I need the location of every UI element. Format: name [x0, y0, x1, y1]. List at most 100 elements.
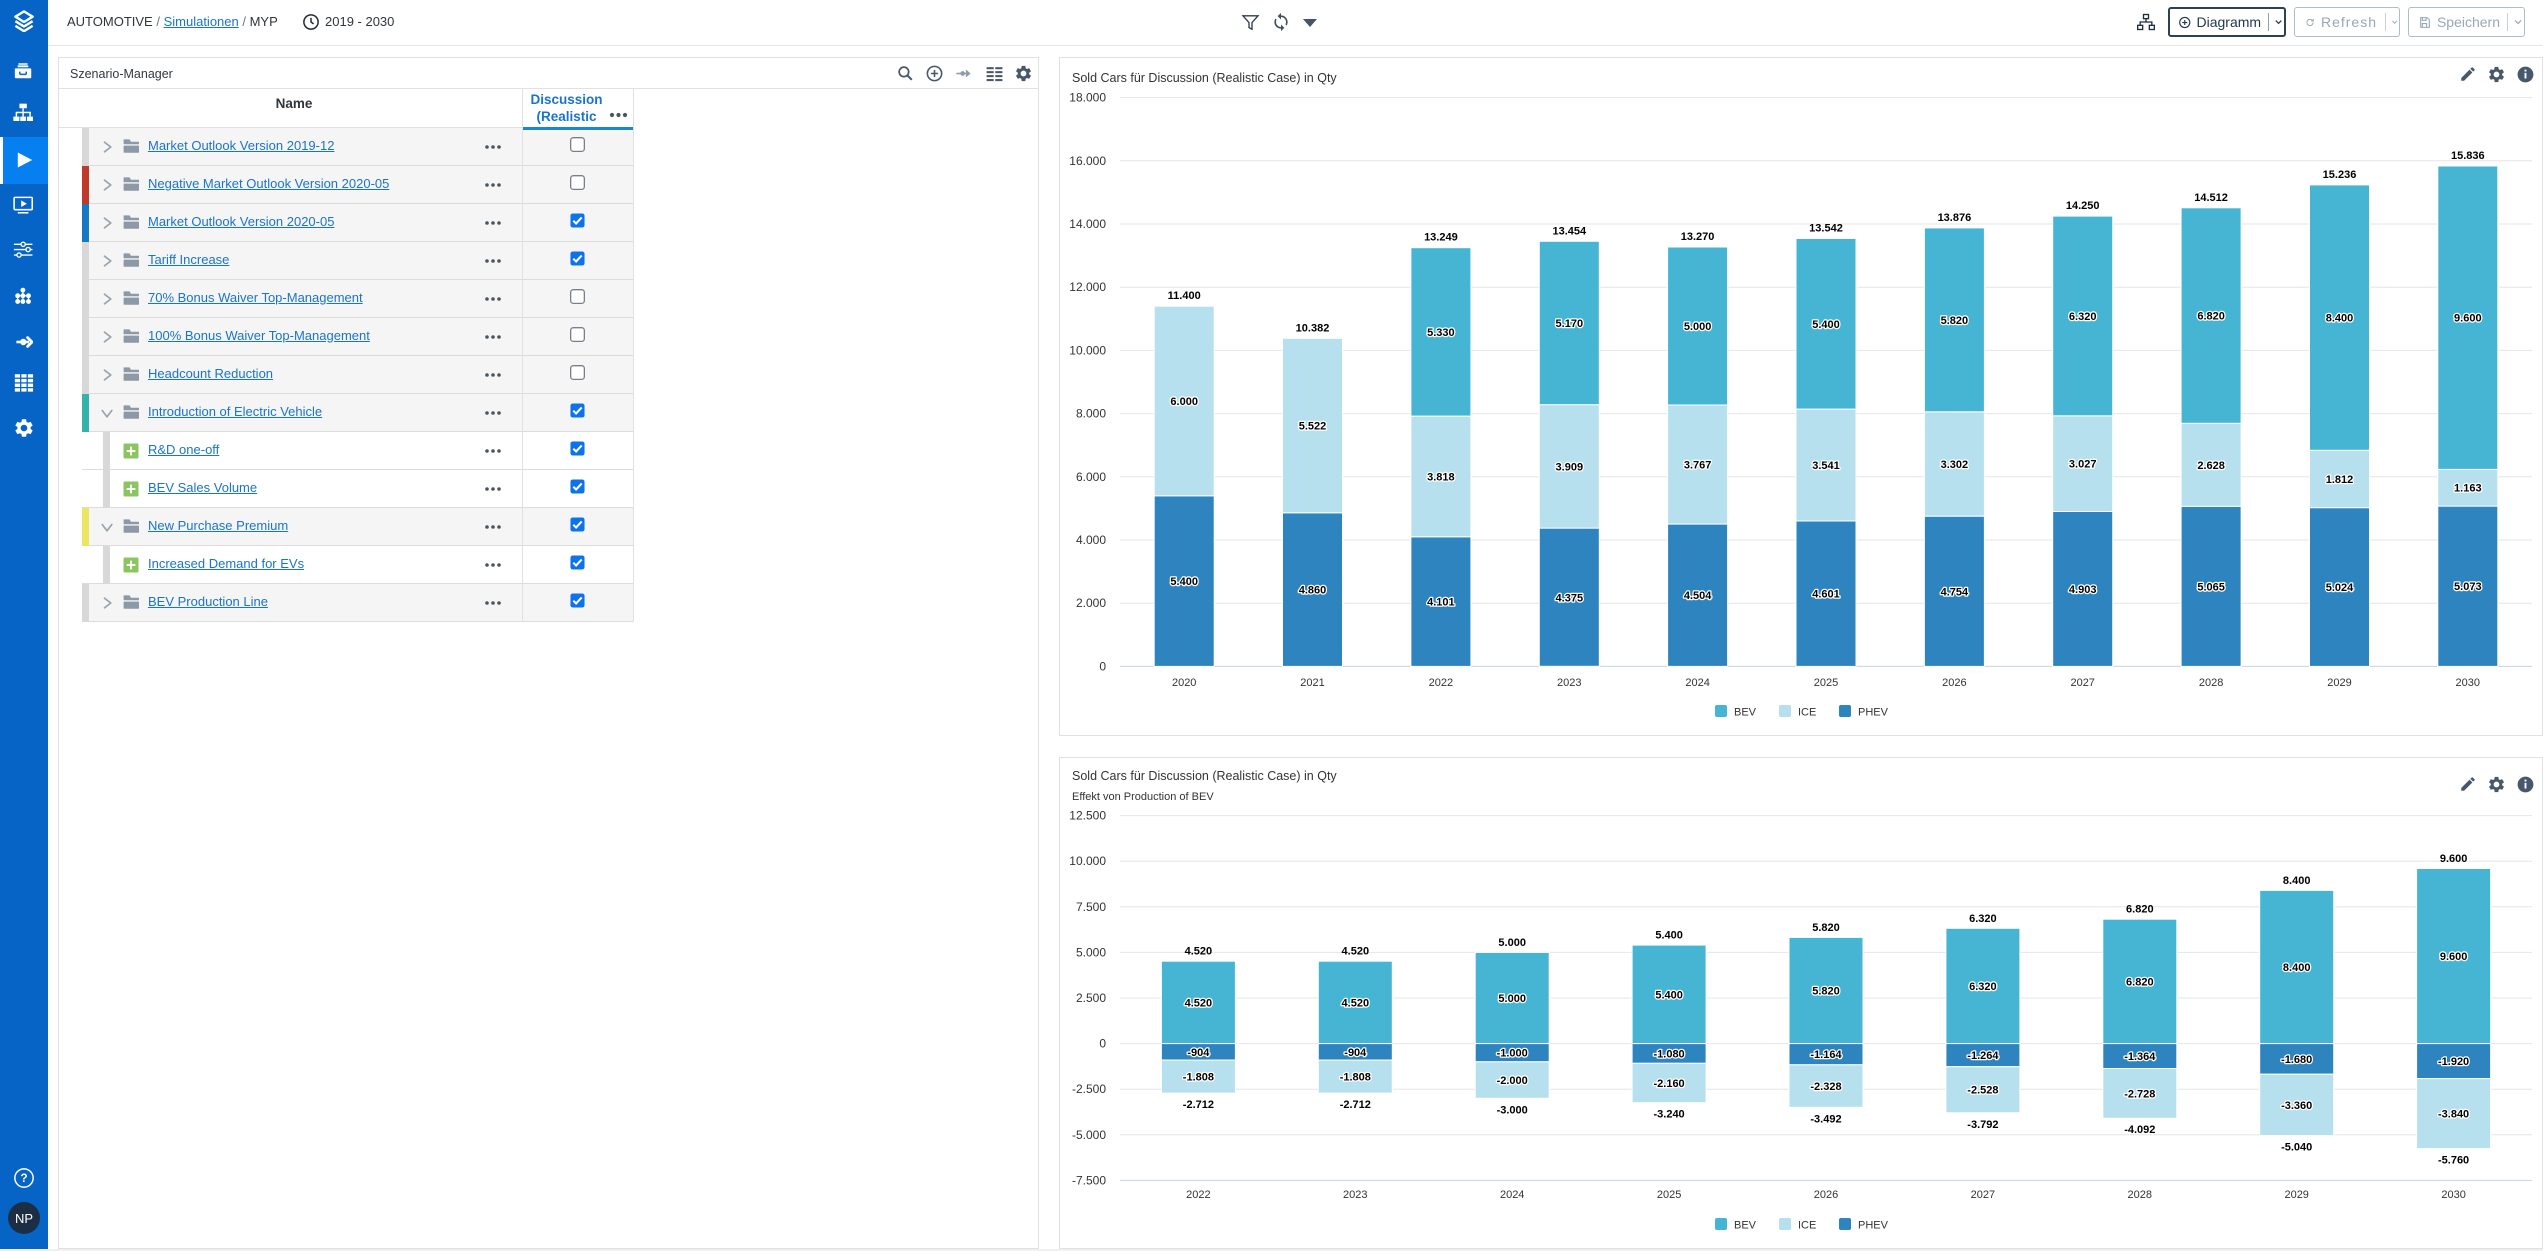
svg-text:3.909: 3.909 [1556, 461, 1584, 473]
svg-text:5.400: 5.400 [1655, 930, 1683, 942]
svg-text:2022: 2022 [1186, 1189, 1210, 1201]
svg-text:4.504: 4.504 [1684, 590, 1712, 602]
svg-text:5.000: 5.000 [1076, 945, 1106, 959]
svg-text:2027: 2027 [1971, 1189, 1995, 1201]
svg-text:5.065: 5.065 [2197, 581, 2225, 593]
svg-text:Sold Cars für Discussion (Real: Sold Cars für Discussion (Realistic Case… [1072, 769, 1337, 783]
svg-text:14.250: 14.250 [2066, 200, 2100, 212]
svg-text:6.000: 6.000 [1170, 396, 1198, 408]
svg-text:2026: 2026 [1942, 677, 1966, 689]
svg-text:15.236: 15.236 [2323, 169, 2357, 181]
svg-text:1.812: 1.812 [2326, 474, 2354, 486]
svg-text:Effekt von Production of BEV: Effekt von Production of BEV [1072, 791, 1214, 803]
svg-text:4.754: 4.754 [1941, 586, 1969, 598]
svg-text:14.512: 14.512 [2194, 192, 2228, 204]
svg-text:4.520: 4.520 [1185, 997, 1213, 1009]
svg-text:2026: 2026 [1814, 1189, 1838, 1201]
svg-text:5.170: 5.170 [1556, 318, 1584, 330]
svg-text:2021: 2021 [1300, 677, 1324, 689]
svg-text:5.820: 5.820 [1812, 986, 1840, 998]
svg-text:-1.364: -1.364 [2124, 1051, 2156, 1063]
svg-text:0: 0 [1099, 659, 1106, 673]
svg-text:11.400: 11.400 [1168, 290, 1201, 302]
svg-text:-5.760: -5.760 [2438, 1155, 2469, 1167]
svg-text:-1.808: -1.808 [1183, 1072, 1214, 1084]
svg-text:6.820: 6.820 [2126, 904, 2154, 916]
svg-text:4.101: 4.101 [1427, 597, 1455, 609]
svg-text:6.820: 6.820 [2126, 976, 2154, 988]
svg-text:9.600: 9.600 [2454, 313, 2482, 325]
svg-text:5.820: 5.820 [1941, 315, 1969, 327]
svg-text:15.836: 15.836 [2451, 150, 2485, 162]
svg-text:6.320: 6.320 [1969, 981, 1997, 993]
svg-text:-1.080: -1.080 [1653, 1048, 1684, 1060]
svg-text:8.400: 8.400 [2283, 962, 2311, 974]
svg-text:6.320: 6.320 [1969, 913, 1997, 925]
svg-text:12.000: 12.000 [1069, 280, 1106, 294]
svg-text:8.400: 8.400 [2283, 875, 2311, 887]
svg-text:-1.000: -1.000 [1497, 1048, 1528, 1060]
svg-text:-2.712: -2.712 [1340, 1099, 1371, 1111]
svg-text:2029: 2029 [2327, 677, 2351, 689]
svg-text:5.330: 5.330 [1427, 327, 1455, 339]
svg-text:10.382: 10.382 [1296, 322, 1330, 334]
svg-text:5.024: 5.024 [2326, 582, 2354, 594]
svg-text:18.000: 18.000 [1069, 91, 1106, 105]
svg-text:16.000: 16.000 [1069, 154, 1106, 168]
svg-text:9.600: 9.600 [2440, 853, 2468, 865]
svg-text:-5.040: -5.040 [2281, 1142, 2312, 1154]
svg-text:8.400: 8.400 [2326, 313, 2354, 325]
svg-text:2027: 2027 [2070, 677, 2094, 689]
svg-text:-2.000: -2.000 [1497, 1075, 1528, 1087]
svg-text:2025: 2025 [1814, 677, 1838, 689]
svg-text:4.000: 4.000 [1076, 533, 1106, 547]
svg-text:-2.728: -2.728 [2124, 1088, 2155, 1100]
svg-text:2.500: 2.500 [1076, 991, 1106, 1005]
svg-text:-2.328: -2.328 [1810, 1081, 1841, 1093]
svg-text:3.027: 3.027 [2069, 459, 2097, 471]
svg-text:9.600: 9.600 [2440, 951, 2468, 963]
svg-text:4.375: 4.375 [1556, 592, 1584, 604]
svg-text:7.500: 7.500 [1076, 900, 1106, 914]
svg-text:2024: 2024 [1500, 1189, 1524, 1201]
svg-text:5.000: 5.000 [1498, 937, 1526, 949]
svg-text:2.000: 2.000 [1076, 596, 1106, 610]
svg-text:2024: 2024 [1685, 677, 1709, 689]
svg-text:2025: 2025 [1657, 1189, 1681, 1201]
svg-text:-3.492: -3.492 [1810, 1113, 1841, 1125]
svg-text:0: 0 [1099, 1037, 1106, 1051]
svg-text:5.400: 5.400 [1170, 576, 1198, 588]
svg-text:BEV: BEV [1734, 707, 1757, 719]
svg-text:-2.160: -2.160 [1653, 1078, 1684, 1090]
svg-text:3.767: 3.767 [1684, 460, 1712, 472]
svg-text:4.520: 4.520 [1185, 946, 1213, 958]
svg-text:14.000: 14.000 [1069, 217, 1106, 231]
svg-text:-3.000: -3.000 [1497, 1104, 1528, 1116]
svg-text:2023: 2023 [1557, 677, 1581, 689]
svg-text:10.000: 10.000 [1069, 343, 1106, 357]
svg-text:PHEV: PHEV [1858, 1220, 1889, 1232]
svg-text:4.860: 4.860 [1299, 585, 1327, 597]
svg-text:13.542: 13.542 [1809, 223, 1843, 235]
svg-text:4.601: 4.601 [1812, 589, 1840, 601]
svg-text:6.000: 6.000 [1076, 470, 1106, 484]
svg-text:2030: 2030 [2441, 1189, 2465, 1201]
svg-text:-3.240: -3.240 [1653, 1109, 1684, 1121]
svg-text:5.522: 5.522 [1299, 421, 1327, 433]
svg-text:-3.840: -3.840 [2438, 1109, 2469, 1121]
svg-text:3.541: 3.541 [1812, 460, 1840, 472]
svg-text:-4.092: -4.092 [2124, 1124, 2155, 1136]
svg-text:2023: 2023 [1343, 1189, 1367, 1201]
svg-text:-2.712: -2.712 [1183, 1099, 1214, 1111]
svg-text:6.820: 6.820 [2197, 311, 2225, 323]
svg-text:2028: 2028 [2199, 677, 2223, 689]
svg-text:-904: -904 [1344, 1047, 1367, 1059]
svg-text:5.073: 5.073 [2454, 581, 2482, 593]
svg-text:2022: 2022 [1429, 677, 1453, 689]
svg-text:-2.500: -2.500 [1072, 1082, 1106, 1096]
svg-text:5.000: 5.000 [1684, 321, 1712, 333]
svg-text:ICE: ICE [1798, 707, 1816, 719]
svg-text:-2.528: -2.528 [1967, 1085, 1998, 1097]
svg-text:-3.792: -3.792 [1967, 1119, 1998, 1131]
svg-text:5.000: 5.000 [1498, 993, 1526, 1005]
